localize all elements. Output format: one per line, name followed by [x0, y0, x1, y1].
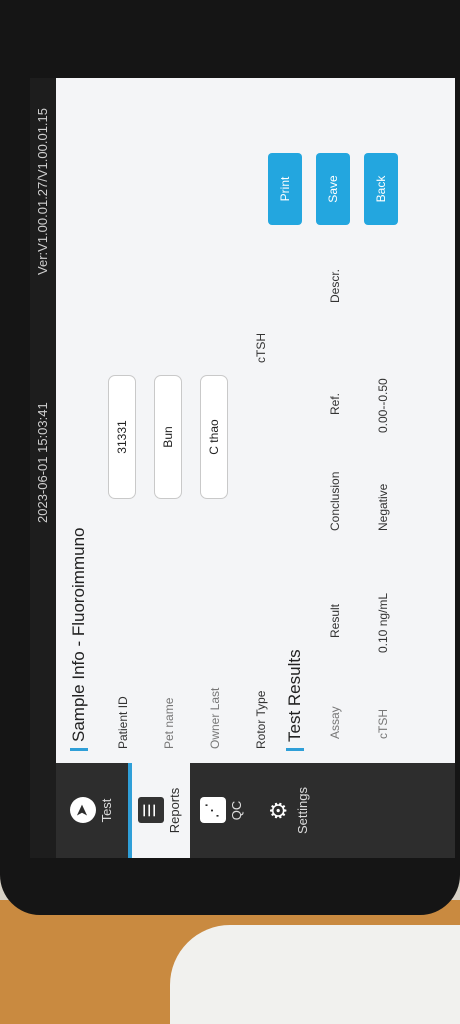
owner-last-field[interactable]: C thao: [200, 375, 228, 499]
gear-icon: ⚙: [266, 800, 291, 821]
print-button[interactable]: Print: [268, 153, 302, 225]
list-icon: ☰: [138, 797, 164, 824]
section-title-sample-info: Sample Info - Fluoroimmuno: [69, 527, 88, 751]
sidebar-item-settings[interactable]: ⚙ Settings: [260, 763, 318, 858]
pet-name-label: Pet name: [162, 697, 176, 749]
table-cell-assay: cTSH: [376, 709, 390, 739]
column-header-descr: Descr.: [328, 268, 342, 303]
main-panel: Sample Info - Fluoroimmuno Patient ID 31…: [56, 78, 455, 763]
column-header-ref: Ref.: [328, 392, 342, 415]
navigation-arrow-icon: ➤: [70, 797, 96, 824]
status-datetime: 2023-06-01 15:03:41: [35, 402, 50, 523]
sidebar-item-test[interactable]: ➤ Test: [64, 763, 122, 858]
status-bar: 2023-06-01 15:03:41 Ver:V1.00.01.27/V1.0…: [30, 78, 56, 858]
patient-id-label: Patient ID: [116, 696, 130, 749]
section-title-test-results: Test Results: [285, 649, 304, 751]
sidebar-item-label: Settings: [295, 787, 310, 834]
column-header-assay: Assay: [328, 706, 342, 739]
column-header-result: Result: [328, 603, 342, 638]
status-version: Ver:V1.00.01.27/V1.00.01.15: [35, 108, 50, 275]
sidebar-item-reports[interactable]: ☰ Reports: [128, 763, 190, 858]
sidebar-item-label: Test: [99, 798, 114, 823]
sidebar: ➤ Test ☰ Reports ⋰ QC ⚙ Settings: [56, 763, 455, 858]
sidebar-item-label: Reports: [167, 787, 182, 834]
rotor-type-value: cTSH: [254, 333, 268, 363]
owner-last-label: Owner Last: [208, 687, 222, 749]
device-screen: 2023-06-01 15:03:41 Ver:V1.00.01.27/V1.0…: [30, 78, 455, 858]
sidebar-item-qc[interactable]: ⋰ QC: [194, 763, 252, 858]
table-cell-ref: 0.00--0.50: [376, 378, 390, 433]
table-cell-conclusion: Negative: [376, 483, 390, 531]
column-header-conclusion: Conclusion: [328, 471, 342, 531]
pet-name-field[interactable]: Bun: [154, 375, 182, 499]
table-cell-result: 0.10 ng/mL: [376, 592, 390, 653]
back-button[interactable]: Back: [364, 153, 398, 225]
cloth: [170, 925, 460, 1024]
sidebar-item-label: QC: [229, 800, 244, 821]
patient-id-field[interactable]: 31331: [108, 375, 136, 499]
save-button[interactable]: Save: [316, 153, 350, 225]
share-icon: ⋰: [200, 797, 226, 824]
rotor-type-label: Rotor Type: [254, 690, 268, 749]
